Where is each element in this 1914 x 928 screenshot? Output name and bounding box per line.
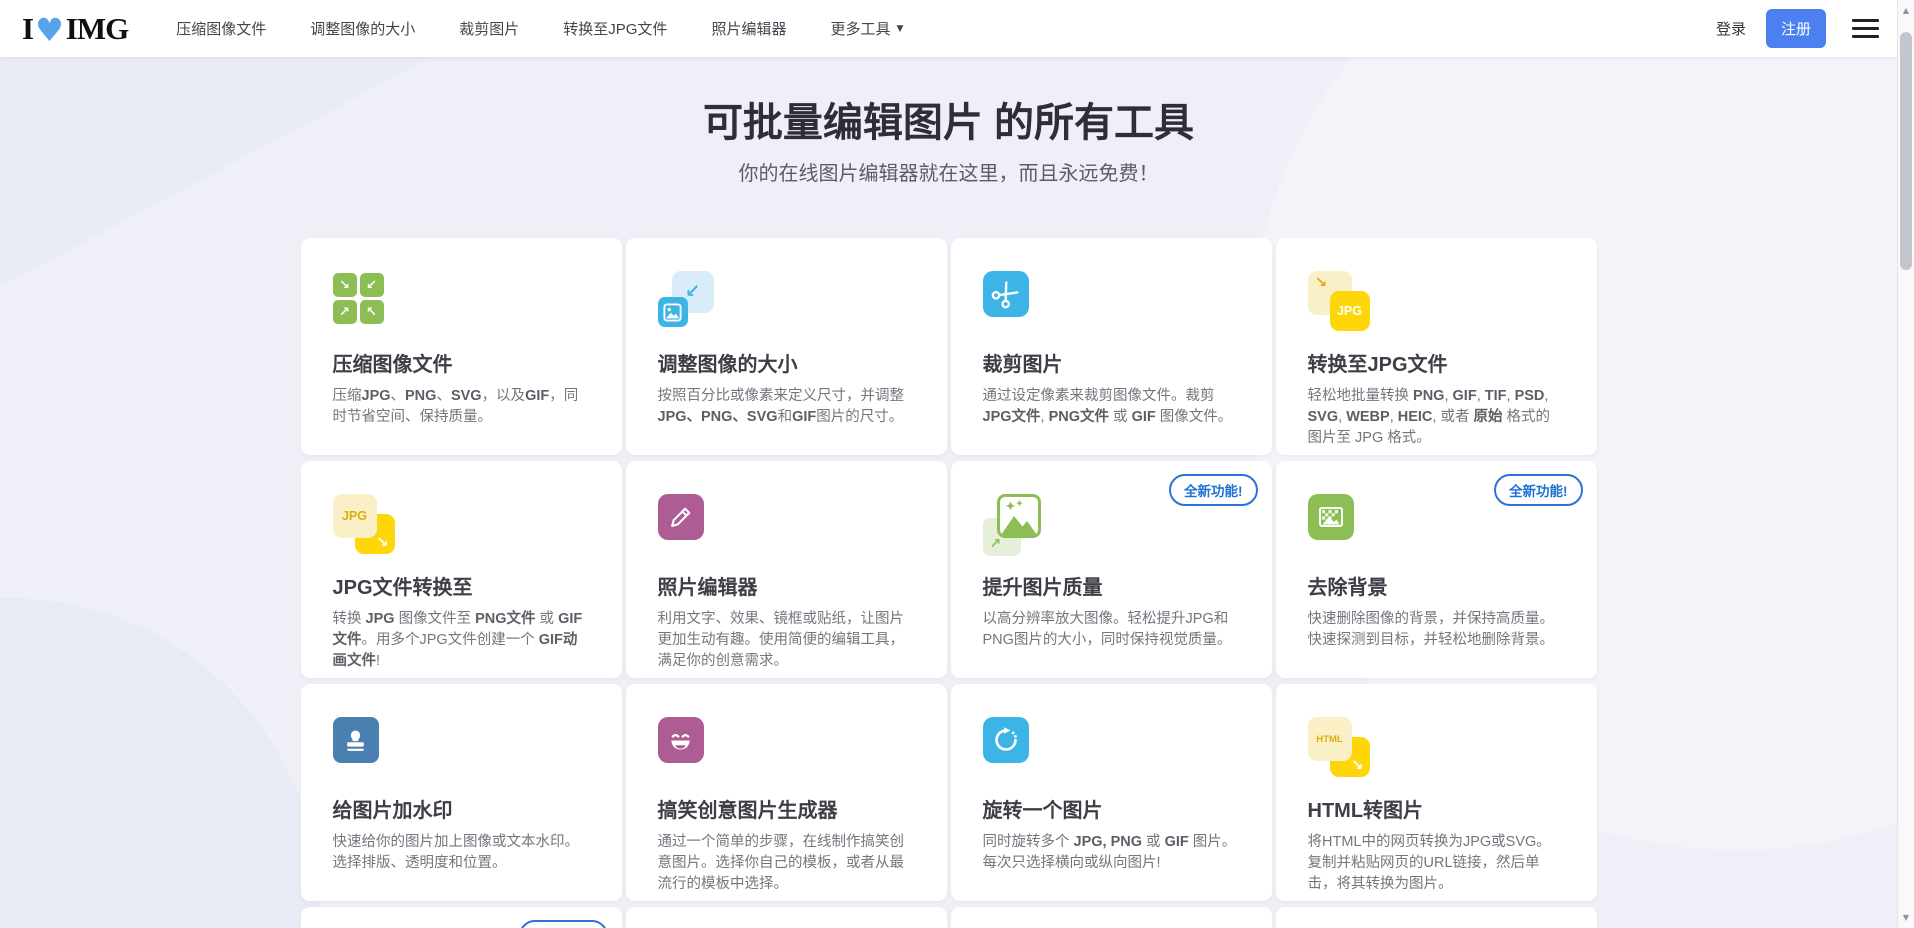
html-badge: HTML (1308, 717, 1352, 761)
card-description: 转换 JPG 图像文件至 PNG文件 或 GIF文件。用多个JPG文件创建一个 … (333, 609, 590, 672)
nav-item-label: 更多工具 (830, 18, 890, 39)
resize-image-icon: ↙ (658, 271, 732, 335)
new-feature-badge: 全新功能! (519, 920, 608, 928)
crop-image-icon (983, 271, 1057, 335)
nav-item-label: 调整图像的大小 (310, 18, 415, 39)
card-title: 压缩图像文件 (333, 348, 590, 377)
watermark-icon (333, 717, 407, 781)
main-nav: 压缩图像文件 调整图像的大小 裁剪图片 转换至JPG文件 照片编辑器 更多工具 ▼ (128, 18, 903, 39)
tool-card-crop-image[interactable]: 裁剪图片通过设定像素来裁剪图像文件。裁剪 JPG文件, PNG文件 或 GIF … (951, 238, 1272, 455)
tools-grid: ↘↙↗↖ 压缩图像文件压缩JPG、PNG、SVG，以及GIF，同时节省空间、保持质… (301, 238, 1597, 928)
main-content: 可批量编辑图片 的所有工具 你的在线图片编辑器就在这里，而且永远免费！ ↘↙↗↖… (0, 57, 1897, 928)
card-description: 按照百分比或像素来定义尺寸，并调整 JPG、PNG、SVG和GIF图片的尺寸。 (658, 386, 915, 428)
tool-card-rotate-image[interactable]: 旋转一个图片同时旋转多个 JPG, PNG 或 GIF 图片。每次只选择横向或纵… (951, 684, 1272, 901)
tool-card-compress-image[interactable]: ↘↙↗↖ 压缩图像文件压缩JPG、PNG、SVG，以及GIF，同时节省空间、保持质… (301, 238, 622, 455)
nav-item-label: 照片编辑器 (711, 18, 786, 39)
tool-card-meme-generator[interactable]: 搞笑创意图片生成器通过一个简单的步骤，在线制作搞笑创意图片。选择你自己的模板，或… (626, 684, 947, 901)
chevron-down-icon: ▼ (896, 24, 903, 34)
card-description: 利用文字、效果、镜框或贴纸，让图片更加生动有趣。使用简便的编辑工具，满足你的创意… (658, 609, 915, 672)
nav-item-compress-image[interactable]: 压缩图像文件 (176, 18, 266, 39)
nav-item-more-tools[interactable]: 更多工具 ▼ (830, 18, 903, 39)
nav-item-label: 压缩图像文件 (176, 18, 266, 39)
upscale-image-icon: ↗ (983, 494, 1057, 558)
card-title: HTML转图片 (1308, 794, 1565, 823)
page-title: 可批量编辑图片 的所有工具 (0, 99, 1897, 147)
laughing-face-icon (658, 717, 732, 763)
tool-card-resize-image[interactable]: ↙ 调整图像的大小按照百分比或像素来定义尺寸，并调整 JPG、PNG、SVG和GI… (626, 238, 947, 455)
scrollbar-down-icon[interactable]: ▼ (1898, 909, 1914, 926)
nav-item-resize-image[interactable]: 调整图像的大小 (310, 18, 415, 39)
scrollbar-thumb[interactable] (1900, 32, 1912, 270)
tool-card-remove-background[interactable]: 全新功能! 去除背景快速删除图像的背景，并保持高质量。快速探测到目标，并轻松地删除… (1276, 461, 1597, 678)
tool-card-photo-editor[interactable]: 照片编辑器利用文字、效果、镜框或贴纸，让图片更加生动有趣。使用简便的编辑工具，满… (626, 461, 947, 678)
signup-button[interactable]: 注册 (1766, 9, 1826, 48)
card-description: 快速删除图像的背景，并保持高质量。快速探测到目标，并轻松地删除背景。 (1308, 609, 1565, 651)
hamburger-menu-icon[interactable] (1852, 19, 1879, 38)
meme-generator-icon (658, 717, 732, 781)
header: I ♥ IMG 压缩图像文件 调整图像的大小 裁剪图片 转换至JPG文件 照片编辑器 更多… (0, 0, 1897, 57)
card-title: 去除背景 (1308, 571, 1565, 600)
nav-item-crop-image[interactable]: 裁剪图片 (459, 18, 519, 39)
card-title: 裁剪图片 (983, 348, 1240, 377)
tool-card-partial-2[interactable] (626, 907, 947, 928)
card-title: 给图片加水印 (333, 794, 590, 823)
rotate-icon (983, 717, 1057, 763)
logo-text-img: IMG (66, 11, 128, 47)
card-title: 调整图像的大小 (658, 348, 915, 377)
card-title: 旋转一个图片 (983, 794, 1240, 823)
card-title: 转换至JPG文件 (1308, 348, 1565, 377)
transparent-image-icon (1308, 494, 1382, 540)
card-description: 轻松地批量转换 PNG, GIF, TIF, PSD, SVG, WEBP, H… (1308, 386, 1565, 449)
tool-card-convert-from-jpg[interactable]: ↘JPG JPG文件转换至转换 JPG 图像文件至 PNG文件 或 GIF文件。用… (301, 461, 622, 678)
scissors-icon (983, 271, 1057, 317)
card-description: 将HTML中的网页转换为JPG或SVG。复制并粘贴网页的URL链接，然后单击，将… (1308, 832, 1565, 895)
tool-card-partial-4[interactable] (1276, 907, 1597, 928)
photo-editor-icon (658, 494, 732, 558)
jpg-badge: JPG (333, 494, 377, 538)
card-title: JPG文件转换至 (333, 571, 590, 600)
heart-icon: ♥ (35, 11, 64, 49)
page: I ♥ IMG 压缩图像文件调整图像的大小裁剪图片转换至JPG文件照片编辑器更多… (0, 0, 1897, 928)
card-description: 同时旋转多个 JPG, PNG 或 GIF 图片。每次只选择横向或纵向图片! (983, 832, 1240, 874)
convert-to-jpg-icon: ↘JPG (1308, 271, 1382, 335)
page-subtitle: 你的在线图片编辑器就在这里，而且永远免费！ (0, 160, 1897, 188)
html-to-image-icon: ↘HTML (1308, 717, 1382, 781)
nav-item-photo-editor[interactable]: 照片编辑器 (711, 18, 786, 39)
logo-text-i: I (22, 11, 33, 47)
image-icon (658, 297, 688, 327)
compress-image-icon: ↘↙↗↖ (333, 271, 407, 335)
tool-card-watermark-image[interactable]: 给图片加水印快速给你的图片加上图像或文本水印。选择排版、透明度和位置。 (301, 684, 622, 901)
rotate-image-icon (983, 717, 1057, 781)
nav-item-label: 裁剪图片 (459, 18, 519, 39)
stamp-icon (333, 717, 407, 763)
card-description: 通过设定像素来裁剪图像文件。裁剪 JPG文件, PNG文件 或 GIF 图像文件… (983, 386, 1240, 428)
tool-card-partial-1[interactable]: 全新功能! (301, 907, 622, 928)
tool-card-html-to-image[interactable]: ↘HTML HTML转图片将HTML中的网页转换为JPG或SVG。复制并粘贴网页的… (1276, 684, 1597, 901)
card-description: 通过一个简单的步骤，在线制作搞笑创意图片。选择你自己的模板，或者从最流行的模板中… (658, 832, 915, 895)
new-feature-badge: 全新功能! (1169, 474, 1258, 506)
card-description: 压缩JPG、PNG、SVG，以及GIF，同时节省空间、保持质量。 (333, 386, 590, 428)
convert-from-jpg-icon: ↘JPG (333, 494, 407, 558)
brand-logo[interactable]: I ♥ IMG (22, 10, 128, 48)
new-feature-badge: 全新功能! (1494, 474, 1583, 506)
jpg-badge: JPG (1330, 291, 1370, 331)
login-link[interactable]: 登录 (1716, 18, 1746, 39)
sparkle-image-icon (997, 494, 1041, 538)
card-description: 以高分辨率放大图像。轻松提升JPG和PNG图片的大小，同时保持视觉质量。 (983, 609, 1240, 651)
nav-item-label: 转换至JPG文件 (563, 18, 667, 39)
scrollbar-up-icon[interactable]: ▲ (1898, 2, 1914, 19)
card-description: 快速给你的图片加上图像或文本水印。选择排版、透明度和位置。 (333, 832, 590, 874)
tool-card-upscale-image[interactable]: 全新功能! ↗ 提升图片质量以高分辨率放大图像。轻松提升JPG和PNG图片的大小，同… (951, 461, 1272, 678)
tool-card-partial-3[interactable] (951, 907, 1272, 928)
header-right: 登录 注册 (1716, 9, 1879, 48)
tool-card-convert-to-jpg[interactable]: ↘JPG 转换至JPG文件轻松地批量转换 PNG, GIF, TIF, PSD, … (1276, 238, 1597, 455)
pencil-icon (658, 494, 732, 540)
nav-item-convert-to-jpg[interactable]: 转换至JPG文件 (563, 18, 667, 39)
card-title: 搞笑创意图片生成器 (658, 794, 915, 823)
card-title: 照片编辑器 (658, 571, 915, 600)
remove-background-icon (1308, 494, 1382, 558)
card-title: 提升图片质量 (983, 571, 1240, 600)
scrollbar[interactable]: ▲ ▼ (1897, 0, 1914, 928)
